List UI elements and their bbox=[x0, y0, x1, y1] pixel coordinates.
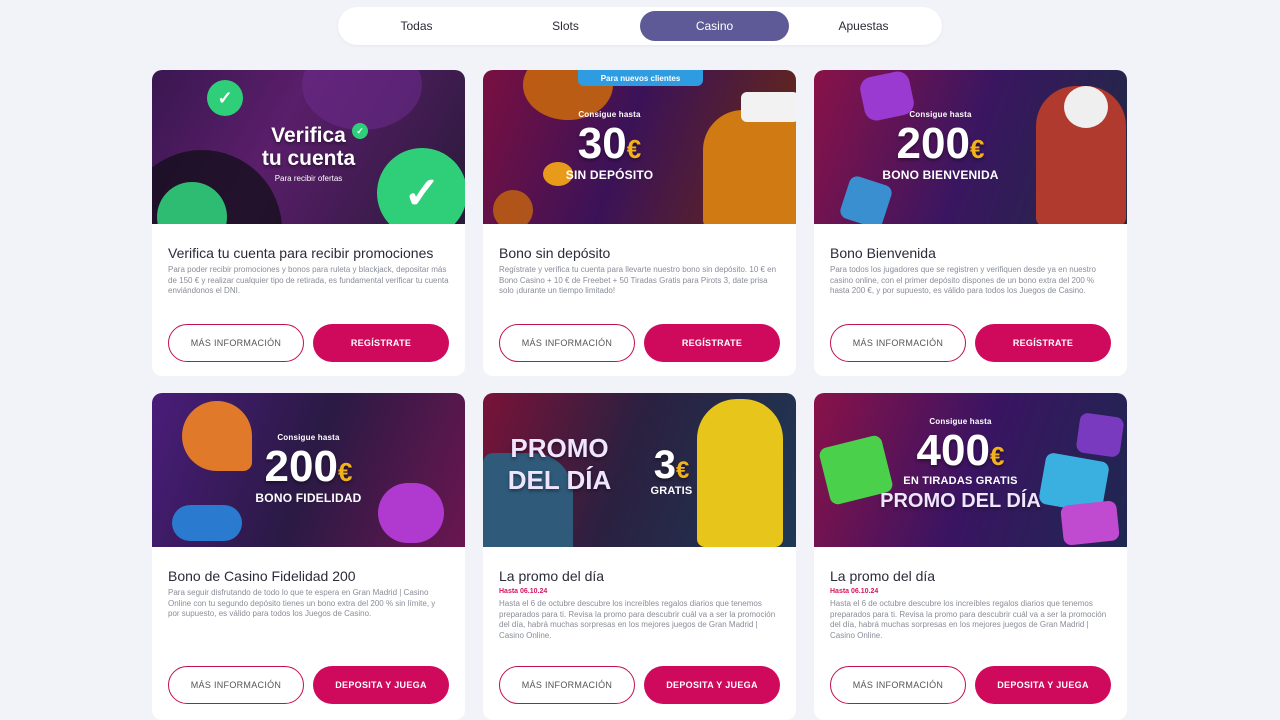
promo-card-bono-bienvenida: Consigue hasta 200€ BONO BIENVENIDA Bono… bbox=[814, 70, 1127, 376]
banner-sub: SIN DEPÓSITO bbox=[565, 168, 654, 182]
banner-amount: 30 bbox=[577, 119, 627, 168]
check-icon: ✓ bbox=[207, 80, 243, 116]
more-info-button[interactable]: MÁS INFORMACIÓN bbox=[830, 666, 966, 704]
banner-headline: tu cuenta bbox=[261, 147, 356, 170]
promo-description: Regístrate y verifica tu cuenta para lle… bbox=[499, 265, 777, 296]
banner-sub: Para recibir ofertas bbox=[274, 174, 343, 183]
promo-banner[interactable]: PROMO DEL DÍA 3€ GRATIS bbox=[483, 393, 796, 547]
promo-description: Para seguir disfrutando de todo lo que t… bbox=[168, 588, 436, 619]
tab-slots[interactable]: Slots bbox=[491, 11, 640, 41]
promo-description: Hasta el 6 de octubre descubre los incre… bbox=[499, 599, 776, 640]
promo-banner[interactable]: ✓ ✓ ✓ Verifica tu cuenta Para recibir of… bbox=[152, 70, 465, 224]
banner-sub: EN TIRADAS GRATIS bbox=[903, 475, 1018, 487]
tab-todas[interactable]: Todas bbox=[342, 11, 491, 41]
promo-date: Hasta 06.10.24 bbox=[830, 588, 879, 596]
promo-title: La promo del día bbox=[499, 568, 605, 584]
tab-casino[interactable]: Casino bbox=[640, 11, 789, 41]
banner-sub: BONO FIDELIDAD bbox=[255, 491, 362, 505]
promo-description: Para todos los jugadores que se registre… bbox=[830, 265, 1096, 296]
new-clients-ribbon: Para nuevos clientes bbox=[578, 70, 703, 86]
banner-top: Consigue hasta bbox=[277, 433, 340, 442]
register-button[interactable]: REGÍSTRATE bbox=[975, 324, 1111, 362]
banner-amount: 3 bbox=[653, 443, 676, 487]
banner-sub: BONO BIENVENIDA bbox=[882, 168, 999, 182]
banner-top: Consigue hasta bbox=[929, 417, 992, 426]
promo-banner[interactable]: Para nuevos clientes Consigue hasta 30€ … bbox=[483, 70, 796, 224]
more-info-button[interactable]: MÁS INFORMACIÓN bbox=[830, 324, 966, 362]
banner-sub: GRATIS bbox=[650, 485, 693, 497]
decor-coin bbox=[493, 190, 533, 224]
deposit-play-button[interactable]: DEPOSITA Y JUEGA bbox=[313, 666, 449, 704]
promo-description: Para poder recibir promociones y bonos p… bbox=[168, 265, 449, 296]
more-info-button[interactable]: MÁS INFORMACIÓN bbox=[499, 324, 635, 362]
promo-date: Hasta 06.10.24 bbox=[499, 588, 548, 596]
promo-title: Verifica tu cuenta para recibir promocio… bbox=[168, 245, 434, 261]
promo-title: Bono sin depósito bbox=[499, 245, 611, 261]
more-info-button[interactable]: MÁS INFORMACIÓN bbox=[168, 666, 304, 704]
register-button[interactable]: REGÍSTRATE bbox=[644, 324, 780, 362]
banner-top: Consigue hasta bbox=[578, 110, 641, 119]
tab-apuestas[interactable]: Apuestas bbox=[789, 11, 938, 41]
banner-currency: € bbox=[989, 441, 1005, 471]
category-tabs: Todas Slots Casino Apuestas bbox=[338, 7, 942, 45]
banner-currency: € bbox=[626, 134, 642, 164]
promo-card-promo-del-dia: PROMO DEL DÍA 3€ GRATIS La promo del día… bbox=[483, 393, 796, 720]
promo-banner[interactable]: Consigue hasta 200€ BONO FIDELIDAD bbox=[152, 393, 465, 547]
promo-title: Bono Bienvenida bbox=[830, 245, 936, 261]
promo-card-verifica: ✓ ✓ ✓ Verifica tu cuenta Para recibir of… bbox=[152, 70, 465, 376]
promo-card-bono-sin-deposito: Para nuevos clientes Consigue hasta 30€ … bbox=[483, 70, 796, 376]
more-info-button[interactable]: MÁS INFORMACIÓN bbox=[168, 324, 304, 362]
banner-headline: Verifica bbox=[271, 124, 346, 147]
promo-banner[interactable]: Consigue hasta 400€ EN TIRADAS GRATIS PR… bbox=[814, 393, 1127, 547]
promo-banner[interactable]: Consigue hasta 200€ BONO BIENVENIDA bbox=[814, 70, 1127, 224]
decor-blob bbox=[302, 70, 422, 130]
banner-top: Consigue hasta bbox=[909, 110, 972, 119]
deposit-play-button[interactable]: DEPOSITA Y JUEGA bbox=[975, 666, 1111, 704]
banner-currency: € bbox=[675, 457, 690, 484]
banner-currency: € bbox=[969, 134, 985, 164]
promo-description: Hasta el 6 de octubre descubre los incre… bbox=[830, 599, 1107, 640]
banner-promo: PROMO DEL DÍA bbox=[880, 490, 1041, 512]
promo-title: Bono de Casino Fidelidad 200 bbox=[168, 568, 356, 584]
banner-amount: 200 bbox=[264, 442, 338, 491]
promo-title: La promo del día bbox=[830, 568, 936, 584]
register-button[interactable]: REGÍSTRATE bbox=[313, 324, 449, 362]
promo-card-400-tiradas: Consigue hasta 400€ EN TIRADAS GRATIS PR… bbox=[814, 393, 1127, 720]
banner-amount: 400 bbox=[916, 426, 990, 475]
banner-amount: 200 bbox=[896, 119, 970, 168]
deposit-play-button[interactable]: DEPOSITA Y JUEGA bbox=[644, 666, 780, 704]
banner-currency: € bbox=[337, 457, 353, 487]
promo-card-bono-fidelidad: Consigue hasta 200€ BONO FIDELIDAD Bono … bbox=[152, 393, 465, 720]
fish-illustration bbox=[172, 505, 242, 541]
more-info-button[interactable]: MÁS INFORMACIÓN bbox=[499, 666, 635, 704]
